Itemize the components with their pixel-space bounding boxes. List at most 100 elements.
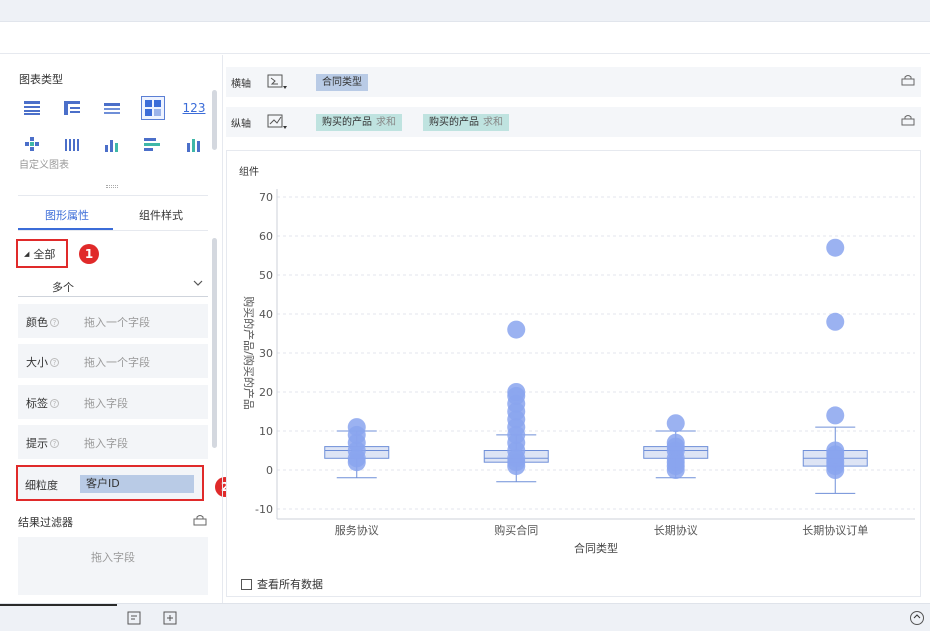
collapse-up-icon[interactable]: [910, 611, 924, 625]
add-sheet-icon[interactable]: [127, 611, 141, 628]
crosstab-chart-icon[interactable]: [62, 98, 82, 118]
granularity-property[interactable]: 细粒度 客户ID: [16, 465, 204, 501]
tab-component-style[interactable]: 组件样式: [139, 207, 183, 223]
tooltip-drop-placeholder: 拖入字段: [84, 437, 128, 450]
collapse-triangle-icon: ◢: [24, 249, 30, 258]
x-tick-label: 服务协议: [335, 523, 379, 537]
custom-chart-selected-icon[interactable]: [141, 96, 165, 120]
granularity-label: 细粒度: [25, 479, 58, 492]
result-filter-title: 结果过滤器: [18, 516, 73, 529]
annotation-badge-1: 1: [79, 244, 99, 264]
data-point: [666, 414, 685, 433]
y-axis-title: 购买的产品/购买的产品: [242, 296, 256, 410]
y-tick-label: 0: [266, 464, 273, 477]
chart-type-title: 图表类型: [19, 73, 63, 86]
size-property[interactable]: 大小? 拖入一个字段: [18, 344, 208, 378]
tab-graphic-properties[interactable]: 图形属性: [45, 207, 89, 223]
tooltip-property[interactable]: 提示? 拖入字段: [18, 425, 208, 459]
y-axis-row: 纵轴 购买的产品 求和 购买的产品 求和: [226, 107, 921, 137]
top-bar: [0, 0, 930, 22]
help-icon: ?: [50, 358, 59, 367]
label-label: 标签: [26, 397, 48, 410]
bottom-bar: [0, 603, 930, 631]
kpi-number-icon[interactable]: 123: [183, 98, 206, 118]
y-field-2-name: 购买的产品: [429, 117, 479, 128]
x-axis-label: 横轴: [231, 79, 251, 90]
color-property[interactable]: 颜色? 拖入一个字段: [18, 304, 208, 338]
data-point: [507, 383, 526, 401]
x-axis-title: 合同类型: [574, 541, 618, 555]
chevron-down-icon: [192, 277, 204, 292]
chart-panel: 组件 -10 0 10 20 30 40 50 60 70 服务协议 购买合同 长期协议 长期协议订单合…: [226, 150, 921, 597]
marker-type-select[interactable]: 多个: [18, 275, 208, 297]
help-icon: ?: [50, 399, 59, 408]
detail-table-icon[interactable]: [102, 98, 122, 118]
y-axis-lock-icon[interactable]: [901, 114, 915, 129]
y-tick-label: 20: [259, 386, 273, 399]
color-label: 颜色: [26, 316, 48, 329]
active-tab-indicator: [18, 228, 113, 230]
y-tick-label: 10: [259, 425, 273, 438]
x-tick-label: 长期协议: [654, 523, 698, 537]
x-axis-type-icon[interactable]: [266, 71, 288, 94]
x-axis-lock-icon[interactable]: [901, 74, 915, 89]
panel-splitter[interactable]: [222, 55, 223, 603]
y-tick-label: 40: [259, 308, 273, 321]
add-component-icon[interactable]: [163, 611, 177, 628]
properties-scrollbar[interactable]: [212, 238, 217, 448]
data-point: [826, 312, 845, 331]
multi-bar-icon[interactable]: [62, 135, 82, 155]
chart-type-scrollbar[interactable]: [212, 90, 217, 150]
data-point: [826, 238, 845, 257]
resize-grip[interactable]: [106, 185, 118, 188]
data-point: [347, 418, 366, 437]
data-point: [666, 433, 685, 452]
all-label: 全部: [33, 247, 56, 261]
show-all-data-checkbox[interactable]: 查看所有数据: [241, 576, 323, 592]
all-markers-toggle[interactable]: ◢ 全部: [16, 239, 68, 268]
y-axis-label: 纵轴: [231, 119, 251, 130]
y-field-1-name: 购买的产品: [322, 117, 372, 128]
column-chart-icon[interactable]: [102, 135, 122, 155]
y-tick-label: -10: [255, 503, 273, 516]
data-point: [826, 406, 845, 425]
active-sheet-indicator: [0, 604, 117, 606]
x-field-pill[interactable]: 合同类型: [316, 74, 368, 91]
table-chart-icon[interactable]: [22, 98, 42, 118]
y-tick-label: 50: [259, 269, 273, 282]
x-axis-row: 横轴 合同类型: [226, 67, 921, 97]
size-label: 大小: [26, 356, 48, 369]
toolbar: [0, 22, 930, 54]
y-field-1-agg: 求和: [376, 117, 396, 128]
y-field-pill-1[interactable]: 购买的产品 求和: [316, 114, 402, 131]
label-drop-placeholder: 拖入字段: [84, 397, 128, 410]
bar-chart-icon[interactable]: [142, 135, 162, 155]
stacked-column-icon[interactable]: [184, 135, 204, 155]
y-axis-type-icon[interactable]: [266, 111, 288, 134]
y-tick-label: 70: [259, 191, 273, 204]
left-panel: 图表类型 123 自定义图表 图形属性 组件样式 ◢ 全部 1 多个 颜色 ? …: [0, 55, 235, 603]
marker-type-value: 多个: [52, 281, 74, 294]
data-point: [507, 320, 526, 339]
filter-lock-icon[interactable]: [193, 514, 207, 529]
custom-chart-label: 自定义图表: [19, 160, 69, 171]
y-field-pill-2[interactable]: 购买的产品 求和: [423, 114, 509, 131]
color-drop-placeholder: 拖入一个字段: [84, 316, 150, 329]
x-tick-label: 购买合同: [494, 523, 538, 537]
scatter-block-icon[interactable]: [22, 135, 42, 155]
y-tick-label: 60: [259, 230, 273, 243]
y-field-2-agg: 求和: [483, 117, 503, 128]
label-property[interactable]: 标签? 拖入字段: [18, 385, 208, 419]
tooltip-label: 提示: [26, 437, 48, 450]
result-filter-drop-zone[interactable]: 拖入字段: [18, 537, 208, 595]
divider: [18, 195, 208, 196]
checkbox-box[interactable]: [241, 578, 252, 590]
granularity-field-pill[interactable]: 客户ID: [80, 475, 194, 493]
size-drop-placeholder: 拖入一个字段: [84, 356, 150, 369]
box-plot: -10 0 10 20 30 40 50 60 70 服务协议 购买合同 长期协议 长期协议订单合同类型…: [242, 189, 915, 555]
tab-line: [18, 230, 208, 231]
x-tick-label: 长期协议订单: [802, 523, 868, 537]
data-point: [826, 441, 845, 460]
help-icon: ?: [50, 318, 59, 327]
help-icon: ?: [50, 439, 59, 448]
